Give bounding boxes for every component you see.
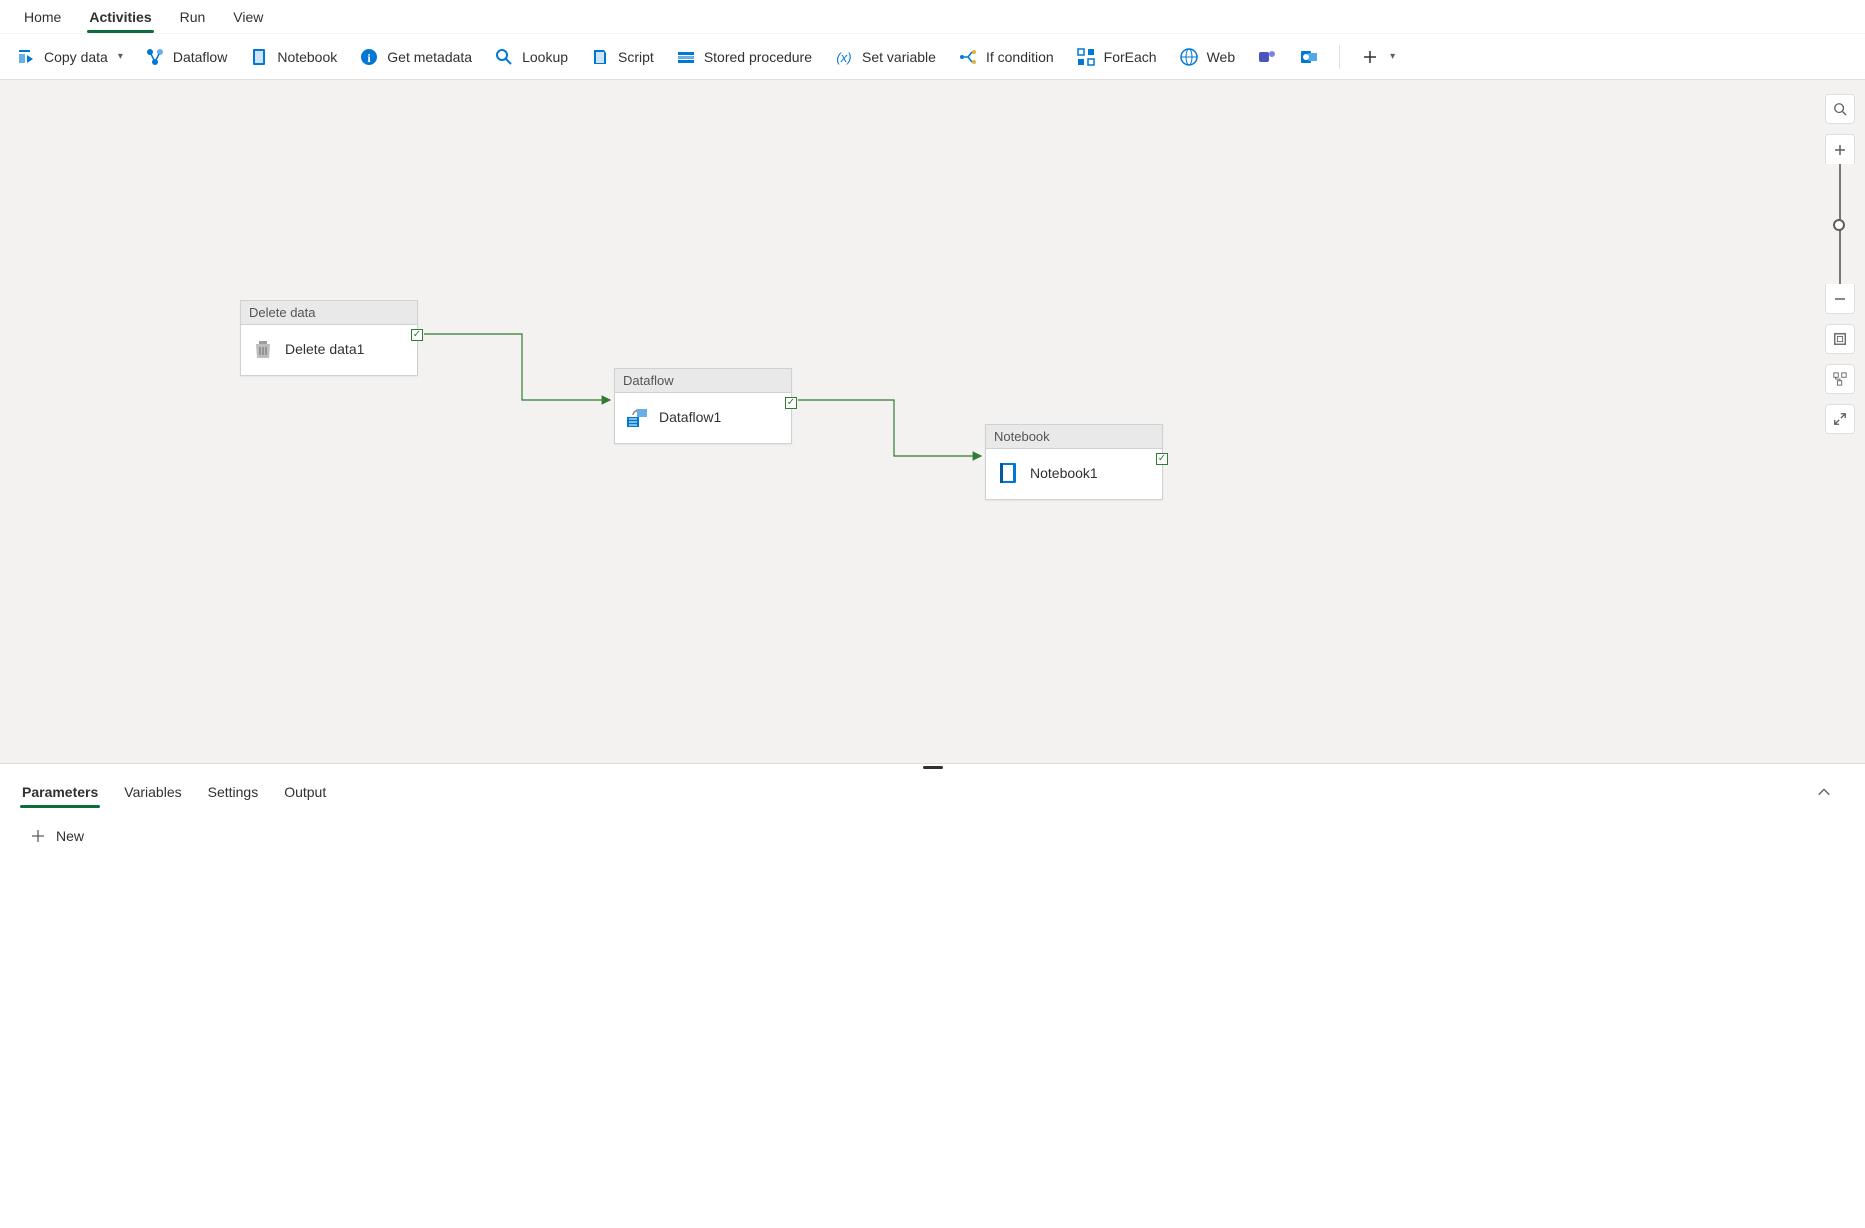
dataflow-activity-icon [625,405,649,429]
activity-name-label: Delete data1 [285,341,364,357]
script-icon [590,47,610,67]
info-icon: i [359,47,379,67]
toolbar-separator [1339,45,1340,69]
stored-procedure-icon [676,47,696,67]
toolbar-dataflow-label: Dataflow [173,49,227,65]
toolbar-outlook[interactable] [1289,41,1329,73]
new-parameter-button[interactable]: New [30,828,84,844]
teams-icon [1257,47,1277,67]
toolbar-set-variable[interactable]: (x) Set variable [824,41,946,73]
plus-icon [1360,47,1380,67]
canvas-search-button[interactable] [1825,94,1855,124]
zoom-in-button[interactable] [1825,134,1855,164]
toolbar-stored-procedure[interactable]: Stored procedure [666,41,822,73]
toolbar-script-label: Script [618,49,654,65]
toolbar-get-metadata-label: Get metadata [387,49,472,65]
toolbar-foreach-label: ForEach [1104,49,1157,65]
zoom-slider[interactable] [1839,164,1841,284]
zoom-control [1825,134,1855,314]
success-badge-icon: ✓ [1156,453,1168,465]
activity-name-label: Notebook1 [1030,465,1098,481]
activity-notebook[interactable]: Notebook Notebook1 ✓ [985,424,1163,500]
activity-type-label: Notebook [986,425,1162,449]
tab-home[interactable]: Home [10,1,75,33]
toolbar-if-condition[interactable]: If condition [948,41,1064,73]
activity-name-label: Dataflow1 [659,409,721,425]
chevron-down-icon: ▾ [118,51,123,62]
toolbar-if-condition-label: If condition [986,49,1054,65]
success-badge-icon: ✓ [785,397,797,409]
toolbar-web[interactable]: Web [1169,41,1246,73]
activities-toolbar: Copy data ▾ Dataflow Notebook i Get meta… [0,34,1865,80]
connectors [0,80,1865,763]
search-icon [494,47,514,67]
activity-dataflow[interactable]: Dataflow Dataflow1 ✓ [614,368,792,444]
success-badge-icon: ✓ [411,329,423,341]
tab-settings[interactable]: Settings [206,776,261,808]
collapse-canvas-button[interactable] [1825,404,1855,434]
dataflow-icon [145,47,165,67]
tab-view[interactable]: View [219,1,277,33]
properties-body: New [0,808,1865,1228]
foreach-icon [1076,47,1096,67]
chevron-down-icon: ▾ [1390,51,1395,62]
toolbar-get-metadata[interactable]: i Get metadata [349,41,482,73]
pipeline-canvas[interactable]: Delete data Delete data1 ✓ Dataflow Data… [0,80,1865,763]
activity-type-label: Dataflow [615,369,791,393]
copy-data-icon [16,47,36,67]
toolbar-script[interactable]: Script [580,41,664,73]
variable-icon: (x) [834,47,854,67]
toolbar-copy-data-label: Copy data [44,49,108,65]
new-button-label: New [56,828,84,844]
tab-activities[interactable]: Activities [75,1,165,33]
tab-output[interactable]: Output [282,776,328,808]
toolbar-lookup[interactable]: Lookup [484,41,578,73]
toolbar-dataflow[interactable]: Dataflow [135,41,237,73]
toolbar-notebook-label: Notebook [277,49,337,65]
notebook-activity-icon [996,461,1020,485]
tab-variables[interactable]: Variables [122,776,183,808]
toolbar-stored-procedure-label: Stored procedure [704,49,812,65]
zoom-thumb[interactable] [1833,219,1845,231]
if-condition-icon [958,47,978,67]
toolbar-foreach[interactable]: ForEach [1066,41,1167,73]
toolbar-set-variable-label: Set variable [862,49,936,65]
activity-type-label: Delete data [241,301,417,325]
svg-text:(x): (x) [836,50,851,65]
toolbar-copy-data[interactable]: Copy data ▾ [6,41,133,73]
pipeline-canvas-wrap: Delete data Delete data1 ✓ Dataflow Data… [0,80,1865,763]
trash-icon [251,337,275,361]
fit-to-screen-button[interactable] [1825,324,1855,354]
notebook-icon [249,47,269,67]
activity-delete-data[interactable]: Delete data Delete data1 ✓ [240,300,418,376]
toolbar-add-more[interactable]: ▾ [1350,41,1405,73]
outlook-icon [1299,47,1319,67]
properties-panel: Parameters Variables Settings Output New [0,763,1865,1228]
toolbar-teams[interactable] [1247,41,1287,73]
properties-tab-bar: Parameters Variables Settings Output [0,770,1865,808]
toolbar-lookup-label: Lookup [522,49,568,65]
globe-icon [1179,47,1199,67]
canvas-side-controls [1825,94,1855,434]
tab-parameters[interactable]: Parameters [20,776,100,808]
auto-align-button[interactable] [1825,364,1855,394]
toolbar-web-label: Web [1207,49,1236,65]
toolbar-notebook[interactable]: Notebook [239,41,347,73]
panel-collapse-button[interactable] [1809,781,1839,803]
top-tab-bar: Home Activities Run View [0,0,1865,34]
plus-icon [30,828,46,844]
tab-run[interactable]: Run [166,1,220,33]
zoom-out-button[interactable] [1825,284,1855,314]
